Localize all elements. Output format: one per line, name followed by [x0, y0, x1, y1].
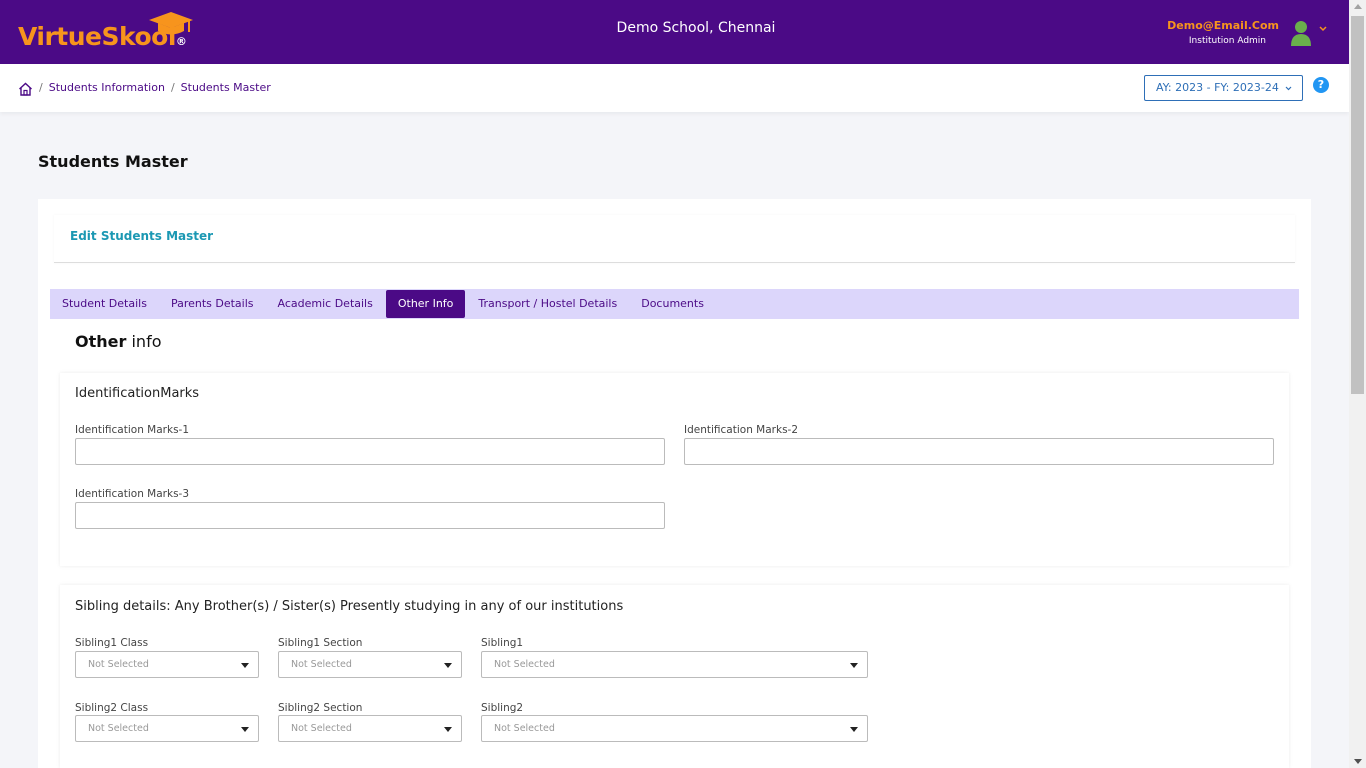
page-title: Students Master [38, 152, 188, 171]
identification-marks-title: IdentificationMarks [75, 386, 200, 401]
sibling2-section-value: Not Selected [291, 723, 352, 734]
sibling2-class-label: Sibling2 Class [75, 702, 149, 714]
sibling-details-panel: Sibling details: Any Brother(s) / Sister… [60, 585, 1289, 768]
user-avatar-icon[interactable] [1290, 20, 1312, 46]
caret-down-icon [241, 663, 249, 668]
top-header: VirtueSkool® Demo School, Chennai Demo@E… [0, 0, 1349, 64]
sibling2-select[interactable]: Not Selected [481, 715, 868, 742]
card-header: Edit Students Master [54, 215, 1295, 263]
sibling2-class-select[interactable]: Not Selected [75, 715, 259, 742]
caret-down-icon [444, 727, 452, 732]
user-role: Institution Admin [1188, 36, 1266, 46]
tab-parents-details[interactable]: Parents Details [159, 289, 266, 319]
school-name: Demo School, Chennai [616, 20, 776, 36]
identification-mark-2-input[interactable] [684, 438, 1274, 465]
sibling2-section-select[interactable]: Not Selected [278, 715, 462, 742]
page-scrollbar[interactable] [1349, 0, 1366, 768]
caret-down-icon [850, 727, 858, 732]
tab-student-details[interactable]: Student Details [50, 289, 159, 319]
caret-down-icon [241, 727, 249, 732]
sibling1-class-value: Not Selected [88, 659, 149, 670]
card-title: Edit Students Master [70, 229, 214, 243]
home-icon[interactable] [18, 82, 33, 96]
sibling2-value: Not Selected [494, 723, 555, 734]
identification-mark-3-input[interactable] [75, 502, 665, 529]
sibling1-section-select[interactable]: Not Selected [278, 651, 462, 678]
identification-mark-2-label: Identification Marks-2 [684, 424, 799, 436]
sibling1-class-label: Sibling1 Class [75, 637, 149, 649]
scroll-down-arrow-icon[interactable] [1354, 759, 1362, 764]
user-email[interactable]: Demo@Email.Com [1167, 19, 1279, 32]
help-icon[interactable]: ? [1313, 77, 1329, 93]
tab-other-info[interactable]: Other Info [385, 290, 466, 318]
other-info-heading-bold: Other [75, 332, 127, 351]
identification-mark-3-label: Identification Marks-3 [75, 488, 190, 500]
tab-documents[interactable]: Documents [629, 289, 716, 319]
sibling1-select[interactable]: Not Selected [481, 651, 868, 678]
breadcrumb-bar: / Students Information / Students Master… [0, 64, 1349, 112]
academic-year-select[interactable]: AY: 2023 - FY: 2023-24 [1144, 75, 1303, 101]
caret-down-icon [850, 663, 858, 668]
identification-mark-1-input[interactable] [75, 438, 665, 465]
caret-down-icon [444, 663, 452, 668]
breadcrumb-separator: / [39, 81, 43, 94]
other-info-heading-rest: info [126, 332, 162, 351]
sibling-details-title: Sibling details: Any Brother(s) / Sister… [75, 599, 624, 614]
tab-academic-details[interactable]: Academic Details [266, 289, 385, 319]
sibling1-label: Sibling1 [481, 637, 524, 649]
breadcrumb: / Students Information / Students Master [39, 81, 271, 94]
breadcrumb-separator: / [170, 81, 175, 94]
identification-mark-1-label: Identification Marks-1 [75, 424, 190, 436]
other-info-heading: Other info [75, 332, 161, 351]
tab-bar: Student Details Parents Details Academic… [50, 289, 1299, 319]
sibling2-class-value: Not Selected [88, 723, 149, 734]
breadcrumb-students-master[interactable]: Students Master [181, 81, 271, 94]
sibling1-class-select[interactable]: Not Selected [75, 651, 259, 678]
scroll-up-arrow-icon[interactable] [1354, 4, 1362, 9]
sibling1-value: Not Selected [494, 659, 555, 670]
chevron-down-icon[interactable] [1318, 24, 1328, 34]
sibling2-label: Sibling2 [481, 702, 524, 714]
scrollbar-thumb[interactable] [1351, 16, 1364, 394]
breadcrumb-students-information[interactable]: Students Information [49, 81, 165, 94]
identification-marks-panel: IdentificationMarks Identification Marks… [60, 373, 1289, 566]
sibling1-section-label: Sibling1 Section [278, 637, 363, 649]
tab-transport-hostel-details[interactable]: Transport / Hostel Details [466, 289, 629, 319]
sibling1-section-value: Not Selected [291, 659, 352, 670]
sibling2-section-label: Sibling2 Section [278, 702, 363, 714]
academic-year-value: AY: 2023 - FY: 2023-24 [1156, 81, 1279, 94]
chevron-down-icon [1285, 86, 1292, 91]
